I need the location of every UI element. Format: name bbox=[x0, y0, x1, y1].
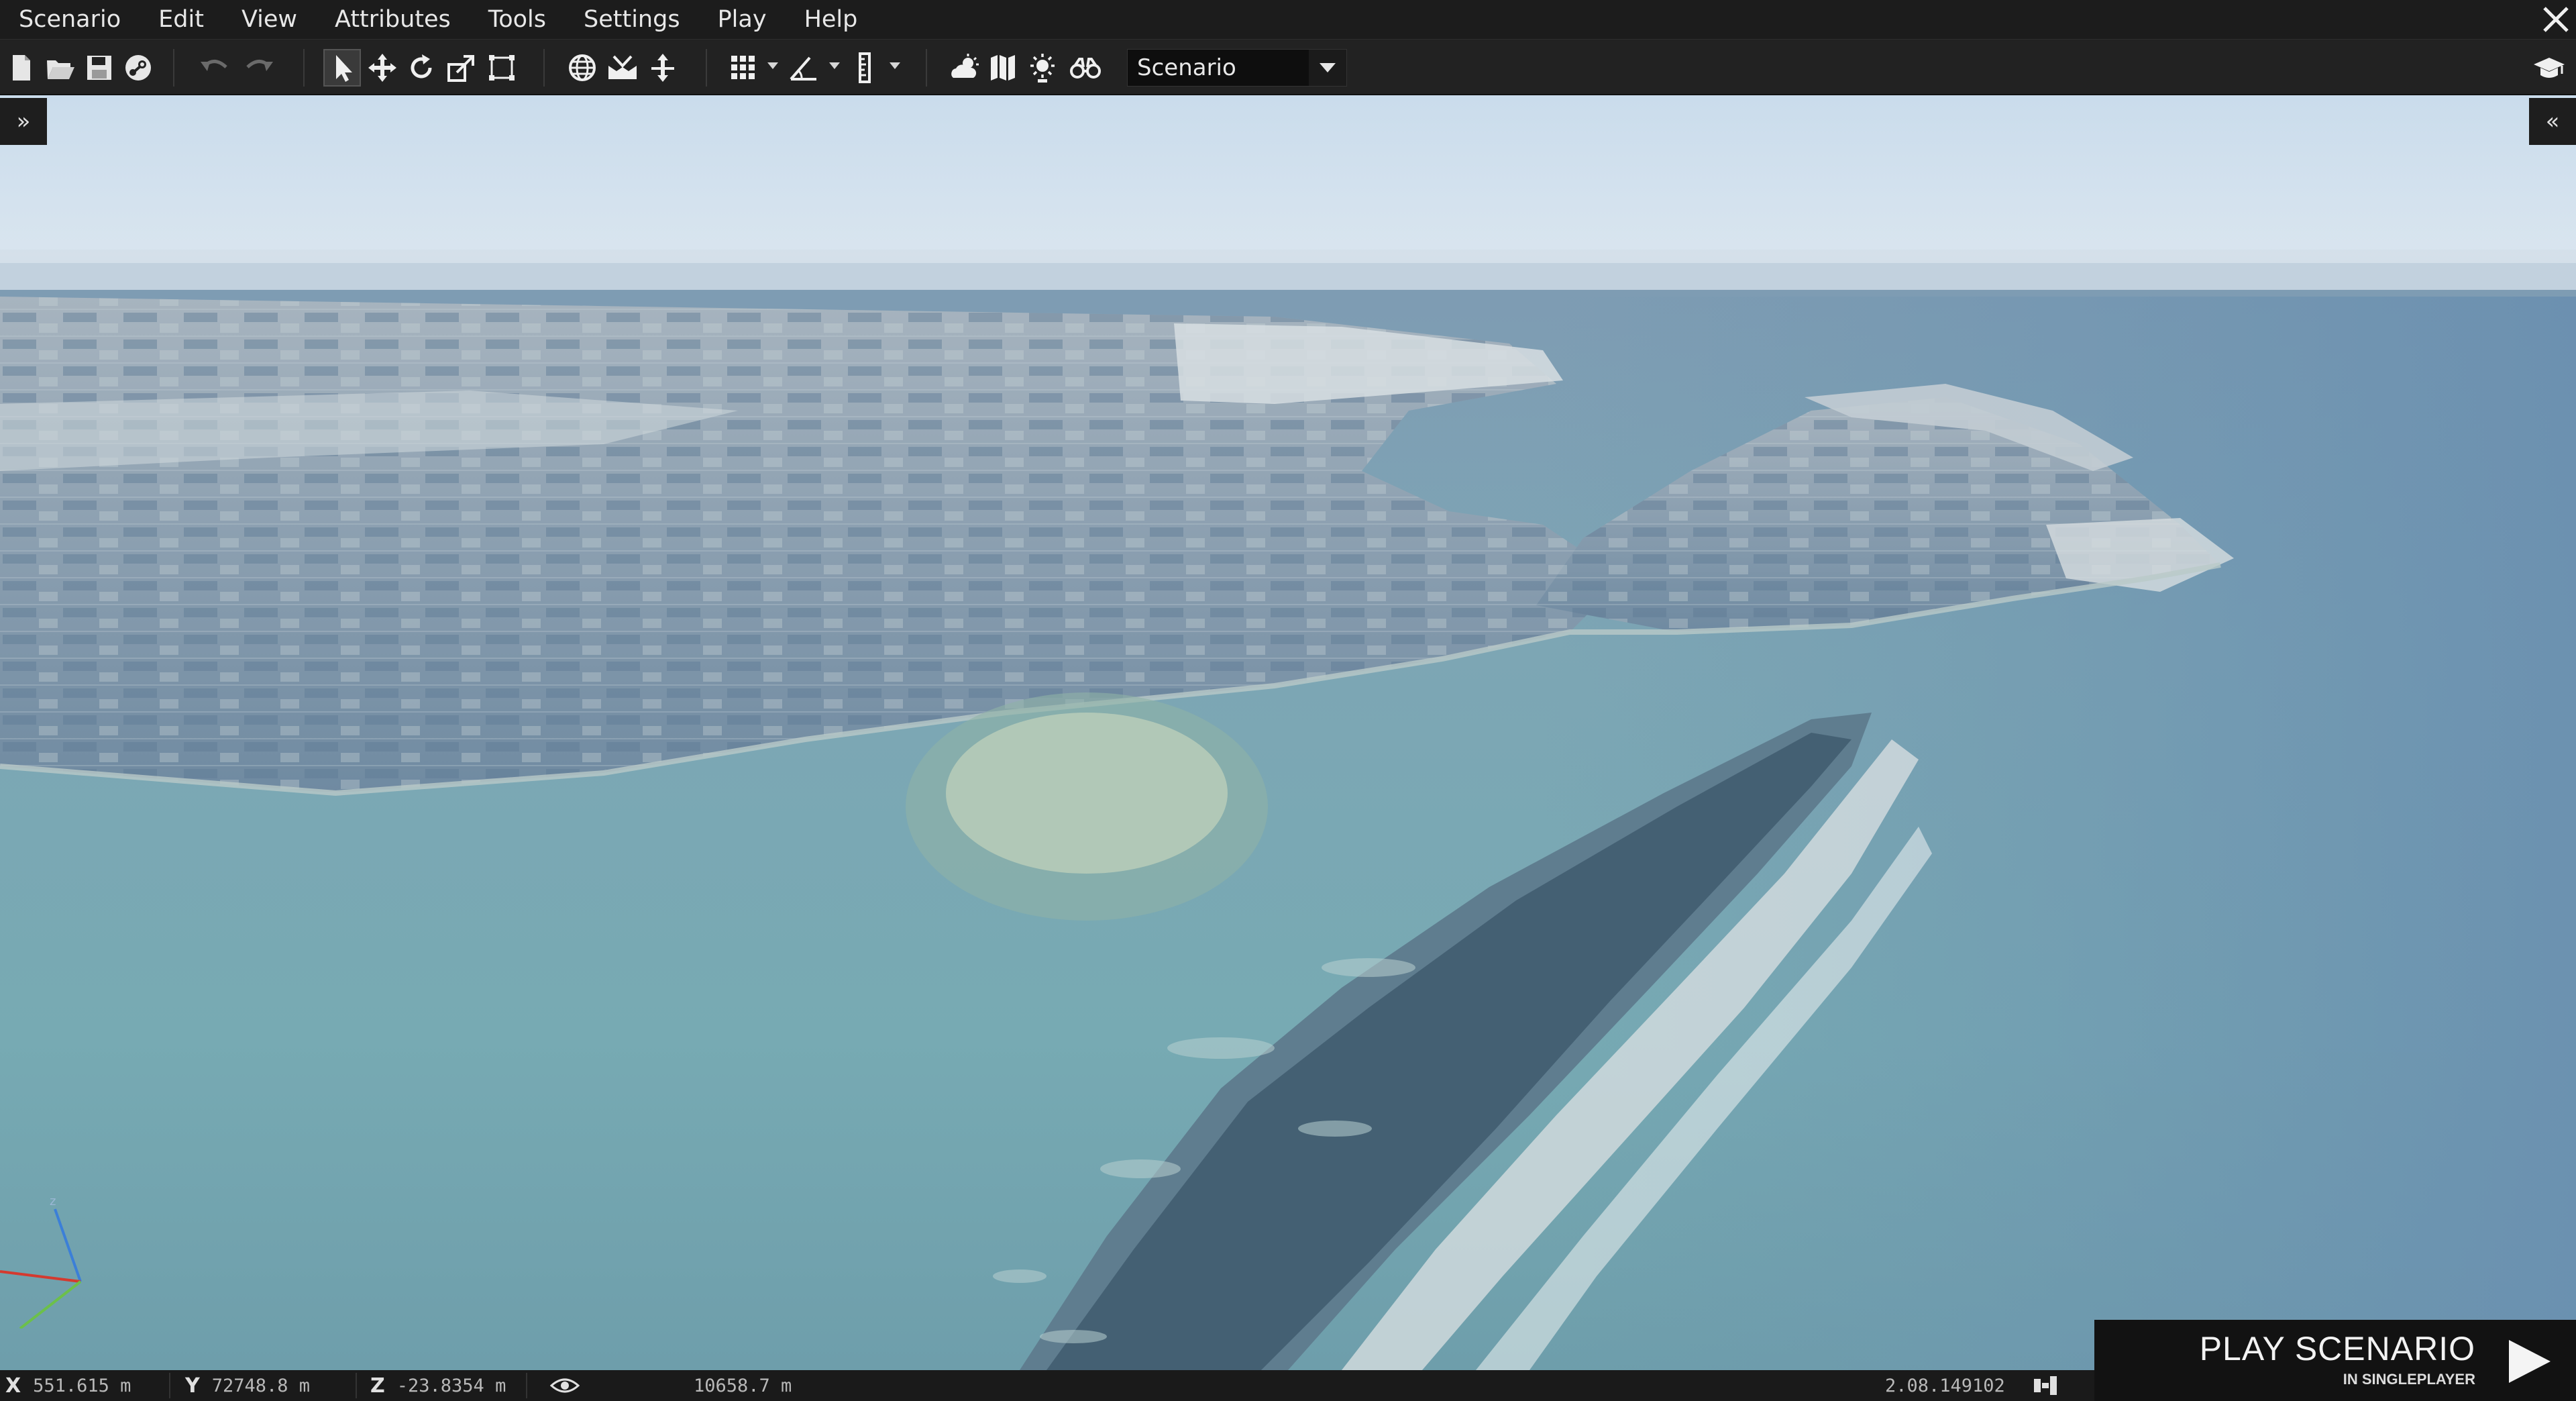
rotate-icon bbox=[411, 54, 432, 79]
binoculars-icon bbox=[1070, 58, 1101, 79]
graduation-cap-icon bbox=[2534, 58, 2565, 78]
area-select-button[interactable] bbox=[483, 49, 521, 87]
axis-y-line bbox=[19, 1280, 82, 1330]
cursor-icon bbox=[336, 55, 352, 82]
chevron-down-icon[interactable] bbox=[829, 62, 840, 69]
y-value: 72748.8 m bbox=[211, 1375, 311, 1396]
version-text: 2.08.149102 bbox=[1885, 1375, 2005, 1396]
menu-bar: Scenario Edit View Attributes Tools Sett… bbox=[0, 0, 2576, 39]
y-coordinate: Y 72748.8 m bbox=[185, 1370, 310, 1401]
expand-right-panel-button[interactable]: « bbox=[2529, 98, 2576, 145]
toolbar-separator bbox=[303, 49, 305, 87]
chevron-down-icon[interactable] bbox=[1309, 50, 1346, 86]
vertical-arrows-icon bbox=[651, 54, 674, 82]
rotate-tool-button[interactable] bbox=[402, 49, 440, 87]
view-distance-value: 10658.7 m bbox=[694, 1375, 792, 1396]
weather-button[interactable] bbox=[946, 49, 983, 87]
tutorials-button[interactable] bbox=[2530, 49, 2568, 87]
save-icon bbox=[87, 56, 111, 80]
play-scenario-subtitle: IN SINGLEPLAYER bbox=[2343, 1371, 2475, 1388]
x-value: 551.615 m bbox=[33, 1375, 131, 1396]
y-label: Y bbox=[185, 1373, 200, 1398]
toolbar-separator bbox=[173, 49, 174, 87]
chevron-down-icon[interactable] bbox=[767, 62, 778, 69]
mode-dropdown-value: Scenario bbox=[1137, 54, 1236, 81]
new-file-button[interactable] bbox=[3, 49, 40, 87]
toolbar-separator bbox=[706, 49, 707, 87]
menu-scenario[interactable]: Scenario bbox=[0, 0, 140, 39]
view-distance: 10658.7 m bbox=[550, 1370, 792, 1401]
mode-dropdown[interactable]: Scenario bbox=[1127, 49, 1347, 87]
eye-icon bbox=[550, 1378, 580, 1393]
surface-snap-icon bbox=[608, 55, 637, 79]
status-separator bbox=[526, 1373, 527, 1398]
axis-z-label: z bbox=[50, 1194, 56, 1208]
menu-view[interactable]: View bbox=[223, 0, 316, 39]
move-arrows-icon bbox=[368, 54, 396, 82]
globe-icon bbox=[569, 54, 596, 81]
select-tool-button[interactable] bbox=[323, 49, 361, 87]
sun-icon bbox=[1030, 54, 1055, 83]
folder-open-icon bbox=[47, 60, 74, 79]
axis-x-line bbox=[0, 1270, 81, 1283]
camera-view-button[interactable] bbox=[1067, 49, 1104, 87]
play-scenario-title: PLAY SCENARIO bbox=[2199, 1330, 2475, 1367]
menu-help[interactable]: Help bbox=[786, 0, 877, 39]
menu-tools[interactable]: Tools bbox=[470, 0, 565, 39]
version-number: 2.08.149102 bbox=[1885, 1370, 2005, 1401]
move-tool-button[interactable] bbox=[364, 49, 401, 87]
vertical-mode-button[interactable] bbox=[644, 49, 682, 87]
3d-viewport[interactable] bbox=[0, 95, 2576, 1370]
network-status bbox=[2033, 1370, 2058, 1401]
save-button[interactable] bbox=[80, 49, 118, 87]
network-icon bbox=[2034, 1376, 2057, 1395]
menu-play[interactable]: Play bbox=[699, 0, 786, 39]
angle-snap-button[interactable] bbox=[785, 49, 822, 87]
angle-icon bbox=[790, 56, 816, 81]
publish-steam-button[interactable] bbox=[119, 49, 157, 87]
toolbar: Scenario bbox=[0, 39, 2576, 95]
close-icon bbox=[2543, 7, 2569, 32]
menu-settings[interactable]: Settings bbox=[565, 0, 699, 39]
expand-left-panel-button[interactable]: » bbox=[0, 98, 47, 145]
axis-z-line bbox=[54, 1208, 82, 1282]
map-icon bbox=[991, 55, 1015, 81]
x-label: X bbox=[5, 1373, 21, 1398]
status-separator bbox=[169, 1373, 170, 1398]
world-space-button[interactable] bbox=[564, 49, 601, 87]
time-of-day-button[interactable] bbox=[1024, 49, 1061, 87]
menu-attributes[interactable]: Attributes bbox=[316, 0, 470, 39]
close-button[interactable] bbox=[2536, 0, 2576, 39]
ruler-icon bbox=[859, 52, 871, 83]
bounding-box-icon bbox=[489, 55, 515, 81]
grid-icon bbox=[731, 56, 755, 79]
status-separator bbox=[356, 1373, 357, 1398]
undo-icon bbox=[201, 60, 227, 71]
chevron-down-icon[interactable] bbox=[890, 62, 900, 69]
map-button[interactable] bbox=[985, 49, 1022, 87]
terrain-scene bbox=[0, 250, 2576, 1370]
undo-button[interactable] bbox=[196, 49, 233, 87]
open-file-button[interactable] bbox=[42, 49, 79, 87]
steam-icon bbox=[125, 55, 151, 81]
z-value: -23.8354 m bbox=[396, 1375, 506, 1396]
redo-icon bbox=[246, 60, 273, 71]
z-coordinate: Z -23.8354 m bbox=[370, 1370, 506, 1401]
toolbar-separator bbox=[543, 49, 545, 87]
redo-button[interactable] bbox=[240, 49, 278, 87]
cloud-sun-icon bbox=[951, 54, 979, 78]
play-scenario-button[interactable]: PLAY SCENARIO IN SINGLEPLAYER bbox=[2094, 1320, 2576, 1401]
scale-tool-button[interactable] bbox=[443, 49, 480, 87]
scale-icon bbox=[447, 55, 474, 82]
surface-snap-button[interactable] bbox=[604, 49, 641, 87]
grid-snap-button[interactable] bbox=[724, 49, 762, 87]
scale-snap-button[interactable] bbox=[847, 49, 884, 87]
x-coordinate: X 551.615 m bbox=[5, 1370, 131, 1401]
axis-gizmo: z bbox=[0, 1194, 94, 1330]
new-file-icon bbox=[13, 55, 30, 81]
toolbar-separator bbox=[926, 49, 927, 87]
menu-edit[interactable]: Edit bbox=[140, 0, 223, 39]
z-label: Z bbox=[370, 1373, 385, 1398]
play-icon bbox=[2509, 1340, 2551, 1383]
